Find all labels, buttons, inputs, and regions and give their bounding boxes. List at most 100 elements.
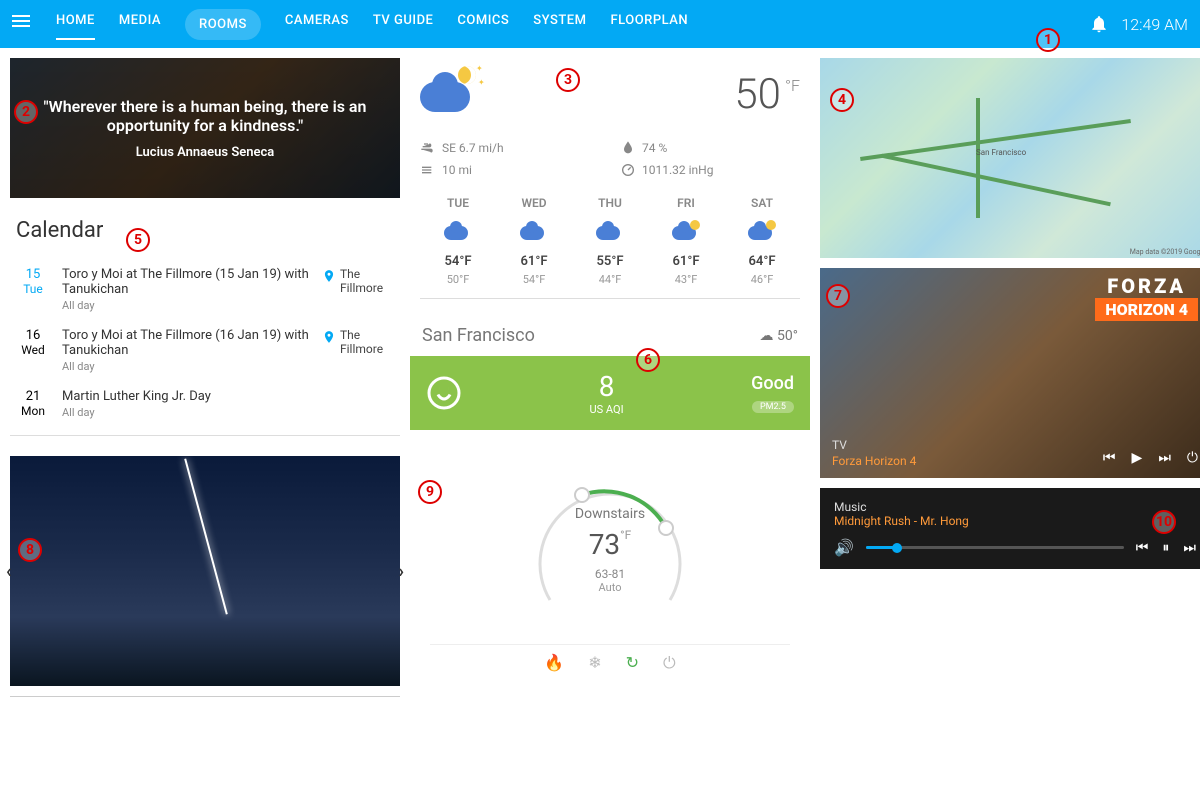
cal-location: The Fillmore: [322, 328, 394, 373]
play-icon[interactable]: ▶: [1132, 450, 1143, 466]
thermostat-card: Downstairs 73°F 63-81 Auto 🔥 ❄ ↻ ⏻: [410, 440, 810, 693]
weather-card: ✦✦ 50°F SE 6.7 mi/h 74 % 10 mi 1011.32 i…: [410, 58, 810, 305]
forecast-icon: [444, 220, 472, 244]
top-header: HOME MEDIA ROOMS CAMERAS TV GUIDE COMICS…: [0, 0, 1200, 48]
forecast-day[interactable]: THU55°F44°F: [572, 196, 648, 286]
aqi-card: San Francisco ☁ 50° 8US AQI Good PM2.5: [410, 315, 810, 430]
thermostat-range: 63-81: [575, 567, 645, 581]
cal-duration: All day: [62, 360, 310, 373]
location-pin-icon: [322, 330, 336, 344]
volume-icon[interactable]: 🔊: [834, 538, 854, 557]
calendar-title: Calendar: [10, 218, 400, 243]
aqi-quality: Good: [751, 373, 794, 394]
nav-tab-system[interactable]: SYSTEM: [533, 9, 586, 40]
wind-icon: [420, 140, 436, 156]
game-source: TV: [832, 438, 916, 452]
cal-event: Toro y Moi at The Fillmore (15 Jan 19) w…: [62, 267, 310, 297]
aqi-badge: PM2.5: [752, 401, 794, 413]
music-next-icon[interactable]: ⏭: [1183, 540, 1196, 556]
music-card: Music Midnight Rush - Mr. Hong 🔊 ⏮ ⏸ ⏭: [820, 488, 1200, 569]
calendar-item[interactable]: 15Tue Toro y Moi at The Fillmore (15 Jan…: [10, 259, 400, 320]
thermostat-temp: 73°F: [575, 528, 645, 561]
volume-slider[interactable]: [866, 546, 1124, 549]
power-icon[interactable]: ⏻: [1187, 450, 1198, 466]
location-pin-icon: [322, 269, 336, 283]
music-source: Music: [834, 500, 1196, 514]
nav-tab-floorplan[interactable]: FLOORPLAN: [610, 9, 688, 40]
thermo-heat-icon[interactable]: 🔥: [544, 653, 564, 673]
carousel-next-icon[interactable]: ›: [399, 561, 404, 582]
annotation-2: 2: [14, 100, 38, 124]
pressure-icon: [620, 162, 636, 178]
traffic-map[interactable]: San Francisco Map data ©2019 Google: [820, 58, 1200, 258]
cal-dow: Mon: [16, 404, 50, 418]
nav-tab-tvguide[interactable]: TV GUIDE: [373, 9, 434, 40]
forecast-day[interactable]: FRI61°F43°F: [648, 196, 724, 286]
calendar-item[interactable]: 21Mon Martin Luther King Jr. DayAll day: [10, 381, 400, 427]
annotation-6: 6: [636, 348, 660, 372]
cal-duration: All day: [62, 299, 310, 312]
game-card[interactable]: FORZA HORIZON 4 TV Forza Horizon 4 ⏮ ▶ ⏭…: [820, 268, 1200, 478]
nav-tab-rooms[interactable]: ROOMS: [185, 9, 261, 40]
current-temperature: 50°F: [734, 70, 800, 119]
wind-reading: SE 6.7 mi/h: [420, 140, 600, 156]
dashboard-grid: "Wherever there is a human being, there …: [0, 48, 1200, 707]
forza-logo: FORZA HORIZON 4: [1095, 274, 1198, 321]
forecast-icon: [672, 220, 700, 244]
aqi-body[interactable]: 8US AQI Good PM2.5: [410, 356, 810, 430]
annotation-9: 9: [418, 480, 442, 504]
smile-face-icon: [426, 375, 462, 411]
prev-track-icon[interactable]: ⏮: [1103, 450, 1116, 466]
humidity-icon: [620, 140, 636, 156]
thermostat-mode: Auto: [575, 581, 645, 594]
humidity-reading: 74 %: [620, 140, 800, 156]
game-title: Forza Horizon 4: [832, 454, 916, 468]
annotation-10: 10: [1152, 510, 1176, 534]
carousel-image[interactable]: [10, 456, 400, 686]
forecast-icon: [520, 220, 548, 244]
nav-tab-comics[interactable]: COMICS: [457, 9, 509, 40]
nav-tab-home[interactable]: HOME: [56, 9, 95, 40]
aqi-value: 8: [590, 370, 624, 403]
thermostat-dial[interactable]: Downstairs 73°F 63-81 Auto: [520, 460, 700, 640]
hamburger-menu-icon[interactable]: [12, 12, 36, 36]
thermostat-name: Downstairs: [575, 506, 645, 522]
next-track-icon[interactable]: ⏭: [1158, 450, 1171, 466]
nav-tab-media[interactable]: MEDIA: [119, 9, 161, 40]
thermo-power-icon[interactable]: ⏻: [663, 653, 676, 673]
visibility-icon: [420, 162, 436, 178]
annotation-3: 3: [556, 68, 580, 92]
notifications-icon[interactable]: [1089, 14, 1109, 34]
aqi-scale: US AQI: [590, 403, 624, 416]
cal-day: 15: [16, 267, 50, 282]
annotation-4: 4: [830, 88, 854, 112]
music-prev-icon[interactable]: ⏮: [1136, 540, 1149, 556]
cal-dow: Tue: [16, 282, 50, 296]
forecast-day[interactable]: SAT64°F46°F: [724, 196, 800, 286]
nav-tab-cameras[interactable]: CAMERAS: [285, 9, 349, 40]
thermo-cool-icon[interactable]: ❄: [588, 653, 601, 673]
thermo-auto-icon[interactable]: ↻: [626, 653, 639, 673]
calendar-card: Calendar 15Tue Toro y Moi at The Fillmor…: [10, 208, 400, 446]
forecast-row: TUE54°F50°F WED61°F54°F THU55°F44°F FRI6…: [420, 196, 800, 299]
aqi-city: San Francisco: [422, 325, 535, 346]
cal-day: 21: [16, 389, 50, 404]
cal-day: 16: [16, 328, 50, 343]
map-attribution: Map data ©2019 Google: [1130, 248, 1200, 256]
visibility-reading: 10 mi: [420, 162, 600, 178]
annotation-5: 5: [126, 228, 150, 252]
weather-condition-icon: ✦✦: [420, 64, 490, 124]
cal-duration: All day: [62, 406, 394, 419]
music-pause-icon[interactable]: ⏸: [1162, 540, 1169, 556]
quote-text: "Wherever there is a human being, there …: [30, 97, 380, 135]
forecast-day[interactable]: TUE54°F50°F: [420, 196, 496, 286]
game-controls: ⏮ ▶ ⏭ ⏻: [1103, 450, 1198, 466]
aqi-outdoor-temp: ☁ 50°: [760, 328, 798, 344]
calendar-item[interactable]: 16Wed Toro y Moi at The Fillmore (16 Jan…: [10, 320, 400, 381]
annotation-1: 1: [1036, 28, 1060, 52]
forecast-day[interactable]: WED61°F54°F: [496, 196, 572, 286]
cal-dow: Wed: [16, 343, 50, 357]
annotation-7: 7: [826, 284, 850, 308]
carousel-prev-icon[interactable]: ‹: [6, 561, 12, 582]
forecast-icon: [596, 220, 624, 244]
